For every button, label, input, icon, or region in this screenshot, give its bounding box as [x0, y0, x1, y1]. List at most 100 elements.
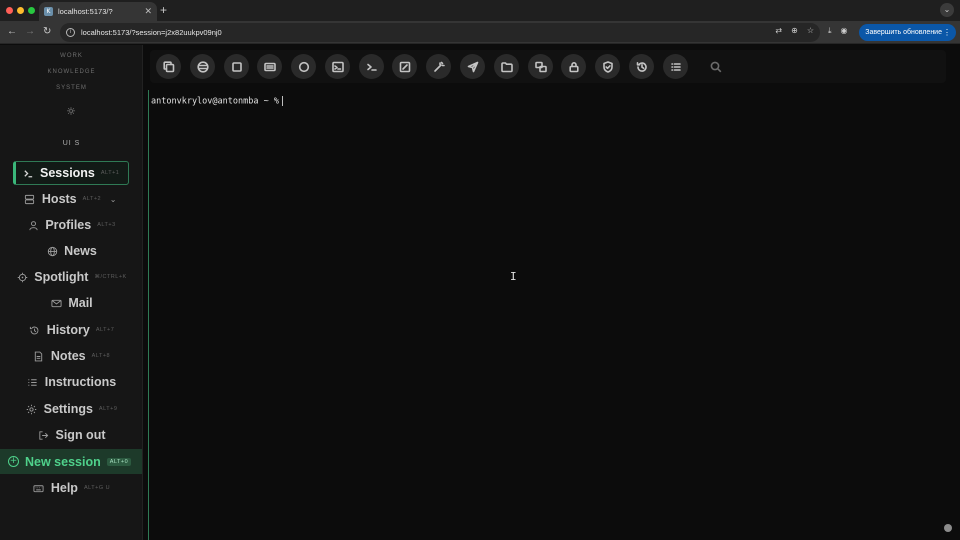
note-icon — [33, 350, 45, 362]
sidebar-item-label: Settings — [43, 402, 93, 416]
transfer-icon[interactable] — [528, 54, 553, 79]
shortcut-hint: ALT+3 — [97, 222, 116, 228]
database-icon[interactable] — [190, 54, 215, 79]
list-icon[interactable] — [663, 54, 688, 79]
gear-icon — [26, 403, 38, 415]
sidebar-item-label: Help — [50, 481, 78, 495]
shortcut-hint: ALT+7 — [95, 327, 115, 333]
send-icon[interactable] — [460, 54, 485, 79]
ui-scale-label[interactable]: UI S — [0, 140, 143, 147]
sun-icon[interactable]: ☼ — [64, 105, 78, 119]
sidebar-item-label: Instructions — [44, 375, 117, 389]
sidebar-item-label: Spotlight — [34, 270, 89, 284]
sidebar-item-history[interactable]: History ALT+7 — [14, 318, 129, 342]
sidebar-item-label: Hosts — [41, 192, 77, 206]
magic-wand-icon[interactable] — [426, 54, 451, 79]
user-icon — [27, 219, 39, 231]
sidebar-item-hosts[interactable]: Hosts ALT+2 ⌄ — [14, 187, 129, 211]
edit-icon[interactable] — [392, 54, 417, 79]
square-icon[interactable] — [224, 54, 249, 79]
new-session-button[interactable]: + New session ALT+0 — [0, 449, 142, 474]
terminal-icon — [22, 167, 34, 179]
shield-check-icon[interactable] — [595, 54, 620, 79]
search-icon[interactable] — [710, 60, 724, 74]
chevron-down-icon[interactable]: ⌄ — [940, 3, 954, 17]
status-indicator — [944, 524, 952, 532]
chevron-down-icon[interactable]: ⌄ — [107, 193, 119, 205]
sidebar-item-notes[interactable]: Notes ALT+8 — [14, 344, 129, 368]
circle-icon[interactable] — [291, 54, 316, 79]
terminal-toolbar — [150, 50, 946, 83]
sidebar-item-mail[interactable]: Mail — [14, 291, 129, 315]
keyboard-icon — [33, 482, 45, 494]
address-bar: ← → ↻ i localhost:5173/?session=j2x82uuk… — [0, 21, 960, 44]
terminal-window-icon[interactable] — [325, 54, 350, 79]
sign-out-icon — [38, 429, 50, 441]
text-cursor-icon: I — [510, 270, 517, 283]
download-icon[interactable]: ⤓ — [828, 26, 832, 36]
shortcut-hint: ALT+1 — [100, 170, 120, 176]
new-tab-button[interactable]: + — [160, 3, 167, 17]
translate-icon[interactable]: ⇄ — [775, 26, 782, 35]
sidebar-item-news[interactable]: News — [14, 239, 129, 263]
sidebar-item-label: Mail — [68, 296, 93, 310]
url-input[interactable]: i localhost:5173/?session=j2x82uukpv09nj… — [60, 23, 820, 42]
profile-icon[interactable]: ◉ — [841, 26, 848, 36]
terminal-line: antonvkrylov@antonmba ~ % — [151, 96, 283, 107]
shortcut-hint: ⌘/CTRL+K — [94, 274, 127, 280]
shortcut-hint: ALT+G U — [83, 485, 111, 491]
sidebar-item-profiles[interactable]: Profiles ALT+3 — [14, 213, 129, 237]
server-icon — [24, 193, 36, 205]
prompt-icon[interactable] — [359, 54, 384, 79]
window-zoom-button[interactable] — [28, 7, 35, 14]
mail-icon — [50, 297, 62, 309]
info-icon[interactable]: i — [66, 28, 75, 37]
category-system[interactable]: SYSTEM — [0, 85, 143, 91]
sidebar: WORK KNOWLEDGE SYSTEM ☼ UI S Sessions AL… — [0, 45, 143, 540]
arrow-right-icon[interactable]: → — [25, 25, 35, 39]
sidebar-item-spotlight[interactable]: Spotlight ⌘/CTRL+K — [6, 265, 137, 289]
sidebar-item-label: History — [46, 323, 90, 337]
terminal-pane[interactable]: antonvkrylov@antonmba ~ % I — [148, 90, 960, 540]
arrow-left-icon[interactable]: ← — [7, 25, 17, 39]
terminal-cursor — [281, 96, 283, 106]
sidebar-item-label: Profiles — [45, 218, 92, 232]
browser-tab-bar: K localhost:5173/? ✕ + ⌄ — [0, 0, 960, 21]
history-icon[interactable] — [629, 54, 654, 79]
sidebar-item-label: News — [64, 244, 97, 258]
sidebar-item-settings[interactable]: Settings ALT+9 — [14, 397, 129, 421]
shortcut-hint: ALT+9 — [98, 406, 118, 412]
shortcut-hint: ALT+2 — [82, 196, 102, 202]
list-icon — [27, 376, 39, 388]
sidebar-item-label: Sign out — [55, 428, 106, 442]
crosshair-icon — [16, 271, 28, 283]
sidebar-item-sign-out[interactable]: Sign out — [14, 423, 129, 447]
folder-icon[interactable] — [494, 54, 519, 79]
more-vertical-icon: ⋮ — [943, 28, 951, 37]
update-button[interactable]: Завершить обновление ⋮ — [859, 24, 956, 41]
sidebar-item-label: New session — [25, 454, 101, 469]
category-work[interactable]: WORK — [0, 53, 143, 59]
window-minimize-button[interactable] — [17, 7, 24, 14]
terminal-prompt: antonvkrylov@antonmba ~ % — [151, 96, 279, 107]
copy-icon[interactable] — [156, 54, 181, 79]
keyboard-icon[interactable] — [257, 54, 282, 79]
tab-title: localhost:5173/? — [58, 7, 113, 16]
sidebar-item-sessions[interactable]: Sessions ALT+1 — [13, 161, 129, 185]
browser-tab[interactable]: K localhost:5173/? ✕ — [39, 2, 157, 21]
shortcut-hint: ALT+0 — [106, 457, 132, 466]
favicon-icon: K — [44, 7, 53, 16]
plus-circle-icon: + — [8, 456, 19, 467]
zoom-icon[interactable]: ⊕ — [791, 26, 798, 35]
lock-icon[interactable] — [561, 54, 586, 79]
tab-close-icon[interactable]: ✕ — [144, 7, 152, 16]
star-icon[interactable]: ☆ — [807, 26, 814, 35]
sidebar-item-help[interactable]: Help ALT+G U — [14, 476, 129, 500]
history-icon — [29, 324, 41, 336]
reload-icon[interactable]: ↻ — [43, 25, 51, 39]
window-close-button[interactable] — [6, 7, 13, 14]
update-button-label: Завершить обновление — [865, 29, 942, 36]
sidebar-item-instructions[interactable]: Instructions — [14, 370, 129, 394]
sidebar-item-label: Notes — [50, 349, 86, 363]
category-knowledge[interactable]: KNOWLEDGE — [0, 69, 143, 75]
